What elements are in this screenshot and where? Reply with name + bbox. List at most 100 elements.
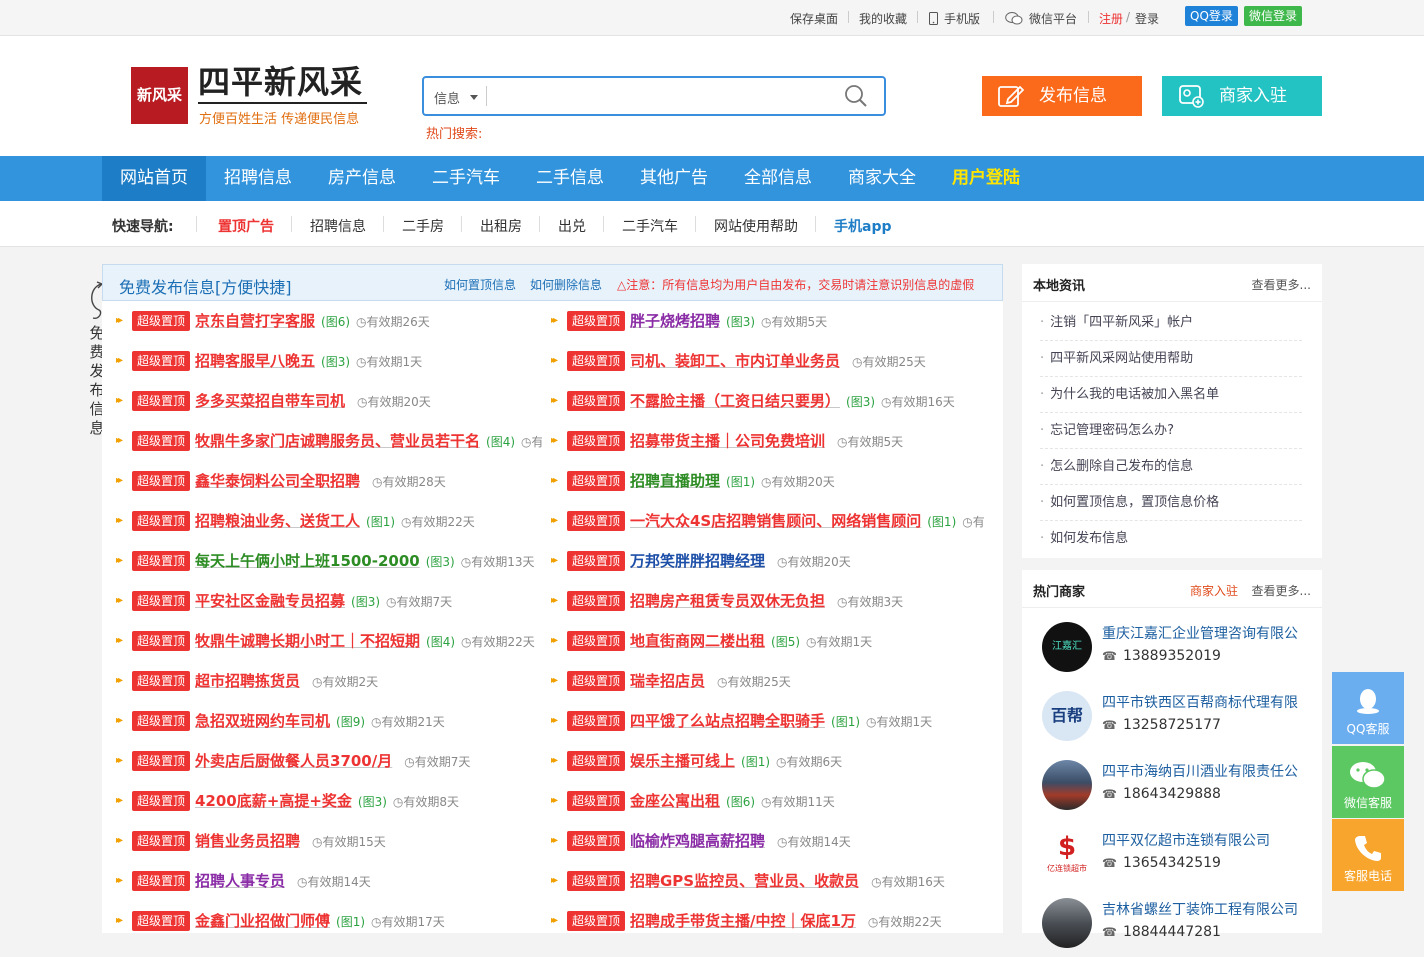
listing-title-link[interactable]: 不露脸主播（工资日结只要男） (图3) ◷有效期16天: [630, 390, 955, 411]
nav-housing[interactable]: 房产信息: [310, 156, 414, 201]
news-item[interactable]: 怎么删除自己发布的信息: [1040, 449, 1302, 485]
local-news-more-link[interactable]: 查看更多...: [1252, 276, 1311, 293]
listing-title-link[interactable]: 招聘直播助理 (图1) ◷有效期20天: [630, 470, 835, 491]
merchant-item[interactable]: 四平市海纳百川酒业有限责任公 18643429888: [1040, 750, 1316, 819]
listing-title-link[interactable]: 牧鼎牛诚聘长期小时工｜不招短期 (图4) ◷有效期22天: [195, 630, 535, 651]
listing-row[interactable]: ▸▸ 超级置顶 平安社区金融专员招募 (图3) ◷有效期7天: [102, 588, 542, 614]
chevron-down-icon[interactable]: [470, 95, 478, 100]
favorites-link[interactable]: 我的收藏: [859, 10, 907, 27]
mobile-link[interactable]: 手机版: [929, 10, 980, 27]
qq-login-button[interactable]: QQ登录: [1185, 6, 1238, 26]
quick-mobile-app[interactable]: 手机app: [834, 216, 892, 236]
nav-user-login[interactable]: 用户登陆: [934, 156, 1038, 201]
logo-badge[interactable]: 新风采: [131, 67, 188, 124]
listing-row[interactable]: ▸▸ 超级置顶 招聘人事专员 ◷有效期14天: [102, 868, 542, 894]
merchant-item[interactable]: 百帮 四平市铁西区百帮商标代理有限 13258725177: [1040, 681, 1316, 750]
listing-row[interactable]: ▸▸ 超级置顶 胖子烧烤招聘 (图3) ◷有效期5天: [537, 308, 987, 334]
nav-used-cars[interactable]: 二手汽车: [414, 156, 518, 201]
quick-top-ads[interactable]: 置顶广告: [218, 216, 274, 236]
listing-title-link[interactable]: 急招双班网约车司机 (图9) ◷有效期21天: [195, 710, 445, 731]
listing-row[interactable]: ▸▸ 超级置顶 牧鼎牛多家门店诚聘服务员、营业员若干名 (图4) ◷有: [102, 428, 542, 454]
listing-row[interactable]: ▸▸ 超级置顶 超市招聘拣货员 ◷有效期2天: [102, 668, 542, 694]
listing-title-link[interactable]: 地直街商网二楼出租 (图5) ◷有效期1天: [630, 630, 872, 651]
listing-row[interactable]: ▸▸ 超级置顶 金座公寓出租 (图6) ◷有效期11天: [537, 788, 987, 814]
merchant-join-button[interactable]: 商家入驻: [1162, 76, 1322, 116]
listing-title-link[interactable]: 招聘粮油业务、送货工人 (图1) ◷有效期22天: [195, 510, 475, 531]
merchant-join-link[interactable]: 商家入驻: [1190, 582, 1238, 599]
listing-row[interactable]: ▸▸ 超级置顶 招聘房产租赁专员双休无负担 ◷有效期3天: [537, 588, 987, 614]
listings-title[interactable]: 免费发布信息[方便快捷]: [119, 274, 292, 298]
listing-title-link[interactable]: 招聘房产租赁专员双休无负担 ◷有效期3天: [630, 590, 903, 611]
login-link[interactable]: 登录: [1135, 10, 1159, 27]
listing-row[interactable]: ▸▸ 超级置顶 瑞幸招店员 ◷有效期25天: [537, 668, 987, 694]
listing-row[interactable]: ▸▸ 超级置顶 急招双班网约车司机 (图9) ◷有效期21天: [102, 708, 542, 734]
listing-row[interactable]: ▸▸ 超级置顶 牧鼎牛诚聘长期小时工｜不招短期 (图4) ◷有效期22天: [102, 628, 542, 654]
listing-row[interactable]: ▸▸ 超级置顶 招聘粮油业务、送货工人 (图1) ◷有效期22天: [102, 508, 542, 534]
listing-row[interactable]: ▸▸ 超级置顶 一汽大众4S店招聘销售顾问、网络销售顾问 (图1) ◷有: [537, 508, 987, 534]
quick-used-cars[interactable]: 二手汽车: [622, 216, 678, 236]
listing-title-link[interactable]: 京东自营打字客服 (图6) ◷有效期26天: [195, 310, 430, 331]
listing-row[interactable]: ▸▸ 超级置顶 多多买菜招自带车司机 ◷有效期20天: [102, 388, 542, 414]
phone-service-button[interactable]: 客服电话: [1332, 819, 1404, 891]
listing-title-link[interactable]: 招聘人事专员 ◷有效期14天: [195, 870, 371, 891]
search-input[interactable]: [494, 82, 834, 110]
hot-merchants-more-link[interactable]: 查看更多...: [1252, 582, 1311, 599]
news-item[interactable]: 如何置顶信息，置顶信息价格: [1040, 485, 1302, 521]
listing-title-link[interactable]: 外卖店后厨做餐人员3700/月 ◷有效期7天: [195, 750, 470, 771]
news-item[interactable]: 忘记管理密码怎么办?: [1040, 413, 1302, 449]
logo-title[interactable]: 四平新风采: [198, 62, 368, 104]
how-to-top-link[interactable]: 如何置顶信息: [444, 276, 516, 293]
merchant-item[interactable]: $ 亿连锁超市 四平双亿超市连锁有限公司 13654342519: [1040, 819, 1316, 888]
listing-title-link[interactable]: 销售业务员招聘 ◷有效期15天: [195, 830, 386, 851]
listing-row[interactable]: ▸▸ 超级置顶 招聘客服早八晚五 (图3) ◷有效期1天: [102, 348, 542, 374]
nav-other-ads[interactable]: 其他广告: [622, 156, 726, 201]
qq-service-button[interactable]: QQ客服: [1332, 672, 1404, 744]
news-item[interactable]: 为什么我的电话被加入黑名单: [1040, 377, 1302, 413]
listing-title-link[interactable]: 4200底薪+高提+奖金 (图3) ◷有效期8天: [195, 790, 459, 811]
listing-title-link[interactable]: 招聘GPS监控员、营业员、收款员 ◷有效期16天: [630, 870, 945, 891]
listing-title-link[interactable]: 胖子烧烤招聘 (图3) ◷有效期5天: [630, 310, 827, 331]
save-desktop-link[interactable]: 保存桌面: [790, 10, 838, 27]
nav-merchants[interactable]: 商家大全: [830, 156, 934, 201]
listing-row[interactable]: ▸▸ 超级置顶 娱乐主播可线上 (图1) ◷有效期6天: [537, 748, 987, 774]
listing-row[interactable]: ▸▸ 超级置顶 四平饿了么站点招聘全职骑手 (图1) ◷有效期1天: [537, 708, 987, 734]
listing-title-link[interactable]: 招聘客服早八晚五 (图3) ◷有效期1天: [195, 350, 422, 371]
listing-title-link[interactable]: 金鑫门业招做门师傅 (图1) ◷有效期17天: [195, 910, 445, 931]
merchant-item[interactable]: 江嘉汇 重庆江嘉汇企业管理咨询有限公 13889352019: [1040, 612, 1316, 681]
listing-title-link[interactable]: 金座公寓出租 (图6) ◷有效期11天: [630, 790, 835, 811]
listing-title-link[interactable]: 司机、装卸工、市内订单业务员 ◷有效期25天: [630, 350, 926, 371]
listing-title-link[interactable]: 四平饿了么站点招聘全职骑手 (图1) ◷有效期1天: [630, 710, 932, 731]
quick-rental[interactable]: 出租房: [480, 216, 522, 236]
search-icon[interactable]: [844, 84, 868, 108]
publish-info-button[interactable]: 发布信息: [982, 76, 1142, 116]
register-link[interactable]: 注册: [1099, 10, 1123, 27]
listing-title-link[interactable]: 平安社区金融专员招募 (图3) ◷有效期7天: [195, 590, 452, 611]
listing-row[interactable]: ▸▸ 超级置顶 司机、装卸工、市内订单业务员 ◷有效期25天: [537, 348, 987, 374]
quick-jobs[interactable]: 招聘信息: [310, 216, 366, 236]
merchant-item[interactable]: 吉林省螺丝丁装饰工程有限公司 18844447281: [1040, 888, 1316, 957]
listing-row[interactable]: ▸▸ 超级置顶 4200底薪+高提+奖金 (图3) ◷有效期8天: [102, 788, 542, 814]
listing-title-link[interactable]: 招募带货主播｜公司免费培训 ◷有效期5天: [630, 430, 903, 451]
listing-row[interactable]: ▸▸ 超级置顶 招募带货主播｜公司免费培训 ◷有效期5天: [537, 428, 987, 454]
quick-transfer[interactable]: 出兑: [558, 216, 586, 236]
listing-title-link[interactable]: 一汽大众4S店招聘销售顾问、网络销售顾问 (图1) ◷有: [630, 510, 985, 531]
listing-row[interactable]: ▸▸ 超级置顶 销售业务员招聘 ◷有效期15天: [102, 828, 542, 854]
listing-title-link[interactable]: 牧鼎牛多家门店诚聘服务员、营业员若干名 (图4) ◷有: [195, 430, 542, 451]
listing-title-link[interactable]: 招聘成手带货主播/中控｜保底1万 ◷有效期22天: [630, 910, 942, 931]
listing-row[interactable]: ▸▸ 超级置顶 每天上午俩小时上班1500-2000 (图3) ◷有效期13天: [102, 548, 542, 574]
nav-all-info[interactable]: 全部信息: [726, 156, 830, 201]
quick-used-house[interactable]: 二手房: [402, 216, 444, 236]
nav-second-hand[interactable]: 二手信息: [518, 156, 622, 201]
listing-row[interactable]: ▸▸ 超级置顶 不露脸主播（工资日结只要男） (图3) ◷有效期16天: [537, 388, 987, 414]
listing-row[interactable]: ▸▸ 超级置顶 招聘直播助理 (图1) ◷有效期20天: [537, 468, 987, 494]
listing-row[interactable]: ▸▸ 超级置顶 临榆炸鸡腿高薪招聘 ◷有效期14天: [537, 828, 987, 854]
news-item[interactable]: 如何发布信息: [1040, 521, 1302, 557]
listing-row[interactable]: ▸▸ 超级置顶 京东自营打字客服 (图6) ◷有效期26天: [102, 308, 542, 334]
listing-title-link[interactable]: 鑫华泰饲料公司全职招聘 ◷有效期28天: [195, 470, 446, 491]
listing-title-link[interactable]: 临榆炸鸡腿高薪招聘 ◷有效期14天: [630, 830, 851, 851]
listing-row[interactable]: ▸▸ 超级置顶 金鑫门业招做门师傅 (图1) ◷有效期17天: [102, 908, 542, 934]
listing-row[interactable]: ▸▸ 超级置顶 万邦笑胖胖招聘经理 ◷有效期20天: [537, 548, 987, 574]
listing-title-link[interactable]: 超市招聘拣货员 ◷有效期2天: [195, 670, 378, 691]
listing-title-link[interactable]: 多多买菜招自带车司机 ◷有效期20天: [195, 390, 431, 411]
listing-row[interactable]: ▸▸ 超级置顶 外卖店后厨做餐人员3700/月 ◷有效期7天: [102, 748, 542, 774]
